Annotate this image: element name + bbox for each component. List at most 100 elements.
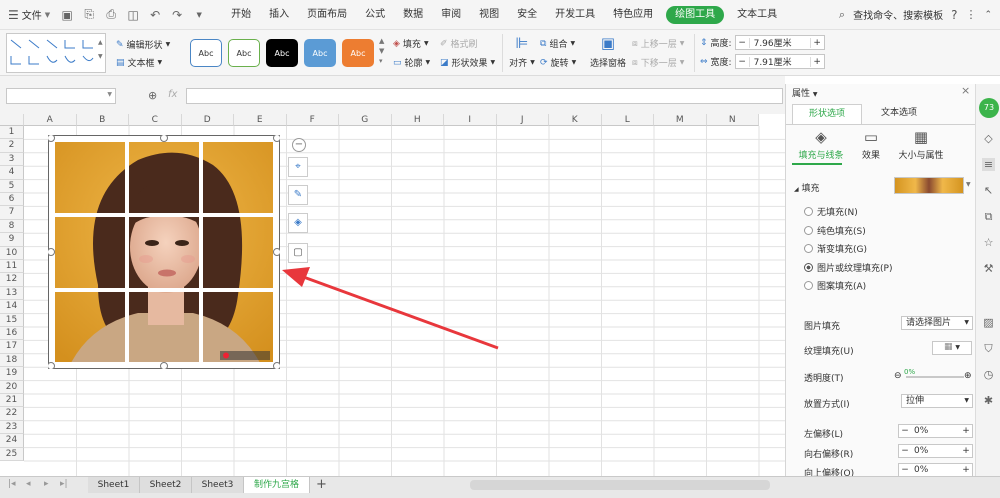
menu-review[interactable]: 审阅 <box>432 0 470 30</box>
style-swatch-black[interactable]: Abc <box>266 39 298 67</box>
next-sheet-icon[interactable]: ▸ <box>44 479 49 489</box>
transparency-slider[interactable] <box>906 376 964 378</box>
picture-fill-select[interactable]: 请选择图片 ▼ <box>901 316 973 330</box>
undo-icon[interactable]: ↶ <box>144 4 166 26</box>
rotate-button[interactable]: ⟳ 旋转 ▼ <box>540 56 576 70</box>
shape-effect-button[interactable]: ◪ 形状效果 ▼ <box>440 56 495 70</box>
selection-pane-button[interactable]: ▣ 选择窗格 <box>588 34 628 69</box>
menu-security[interactable]: 安全 <box>508 0 546 30</box>
nine-grid-picture[interactable] <box>47 134 281 370</box>
fill-bucket-icon[interactable]: ◈ <box>288 213 308 233</box>
decrease-icon[interactable]: − <box>736 37 750 48</box>
fill-option[interactable]: 图片或纹理填充(P) <box>804 261 892 274</box>
menu-view[interactable]: 视图 <box>470 0 508 30</box>
last-sheet-icon[interactable]: ▸| <box>60 479 68 489</box>
style-swatch-outline-green[interactable]: Abc <box>228 39 260 67</box>
menu-home[interactable]: 开始 <box>222 0 260 30</box>
properties-icon[interactable]: ≡ <box>982 158 995 171</box>
outline-button[interactable]: ▭ 轮廓 ▼ <box>393 56 430 70</box>
menu-developer[interactable]: 开发工具 <box>546 0 604 30</box>
subtab-fill-line[interactable]: ◈ 填充与线条 <box>796 128 846 161</box>
menu-formula[interactable]: 公式 <box>356 0 394 30</box>
chevron-down-icon[interactable]: ▼ <box>966 181 971 188</box>
fill-section-header[interactable]: ◢ 填充 <box>794 181 820 194</box>
send-backward-button[interactable]: ⧈ 下移一层 ▼ <box>632 56 684 70</box>
width-spinner[interactable]: − 7.91厘米 + <box>734 54 825 69</box>
zoom-icon[interactable]: ⊕ <box>148 89 157 102</box>
tab-sheet1[interactable]: Sheet1 <box>88 477 140 493</box>
left-offset-value[interactable]: 0% <box>911 426 960 436</box>
right-offset-spinner[interactable]: −0% + <box>898 444 973 458</box>
increase-icon[interactable]: + <box>960 446 972 456</box>
radio-button[interactable] <box>804 207 813 216</box>
texture-fill-select[interactable]: ▦ ▼ <box>932 341 972 355</box>
wrench-icon[interactable]: ✱ <box>982 394 995 407</box>
name-box[interactable]: ▼ <box>6 88 116 104</box>
copy-icon[interactable]: ⧉ <box>982 210 995 223</box>
group-button[interactable]: ⧉ 组合 ▼ <box>540 37 575 51</box>
search-command[interactable]: 查找命令、搜索模板 <box>853 7 943 22</box>
format-brush-button[interactable]: ✐ 格式刷 <box>440 37 478 51</box>
tab-nine-grid[interactable]: 制作九宫格 <box>244 477 310 493</box>
radio-button[interactable] <box>804 281 813 290</box>
height-value[interactable]: 7.96厘米 <box>750 36 810 49</box>
menu-data[interactable]: 数据 <box>394 0 432 30</box>
image-icon[interactable]: ▨ <box>982 316 995 329</box>
horizontal-scrollbar[interactable] <box>470 480 770 490</box>
increase-icon[interactable]: + <box>809 56 824 67</box>
up-offset-value[interactable]: 0% <box>911 465 960 475</box>
sidebar-badge[interactable]: 73 <box>979 98 999 118</box>
crop-icon[interactable]: ⌖ <box>288 157 308 177</box>
style-swatch-blue[interactable]: Abc <box>304 39 336 67</box>
fill-option[interactable]: 图案填充(A) <box>804 279 866 292</box>
tools-icon[interactable]: ⚒ <box>982 262 995 275</box>
align-button[interactable]: ⊫ 对齐 ▼ <box>509 34 535 69</box>
tab-sheet2[interactable]: Sheet2 <box>140 477 192 493</box>
decrease-icon[interactable]: − <box>899 426 911 436</box>
menu-insert[interactable]: 插入 <box>260 0 298 30</box>
right-offset-value[interactable]: 0% <box>911 446 960 456</box>
help-icon[interactable]: ? <box>951 8 957 22</box>
print-icon[interactable]: ⎙ <box>100 4 122 26</box>
menu-special[interactable]: 特色应用 <box>604 0 662 30</box>
export-icon[interactable]: ⎘ <box>78 4 100 26</box>
decrease-icon[interactable]: − <box>899 446 911 456</box>
transparency-plus-icon[interactable]: ⊕ <box>964 371 972 381</box>
fx-icon[interactable]: fx <box>168 89 177 100</box>
menu-drawing-tools[interactable]: 绘图工具 <box>666 5 725 24</box>
fill-button[interactable]: ◈ 填充 ▼ <box>393 37 429 51</box>
shapes-icon[interactable]: ◇ <box>982 132 995 145</box>
cursor-icon[interactable]: ↖ <box>982 184 995 197</box>
close-icon[interactable]: × <box>961 84 970 97</box>
more-icon[interactable]: ▼ <box>188 4 210 26</box>
tab-shape-options[interactable]: 形状选项 <box>792 104 862 124</box>
history-icon[interactable]: ◷ <box>982 368 995 381</box>
fill-option[interactable]: 无填充(N) <box>804 205 858 218</box>
first-sheet-icon[interactable]: |◂ <box>8 479 16 489</box>
style-swatch-outline-blue[interactable]: Abc <box>190 39 222 67</box>
edit-shape-button[interactable]: ✎ 编辑形状 ▼ <box>116 38 170 52</box>
collapse-toolbar-icon[interactable]: − <box>292 138 306 152</box>
formula-input[interactable] <box>186 88 783 104</box>
fill-option[interactable]: 纯色填充(S) <box>804 224 866 237</box>
text-box-button[interactable]: ▤ 文本框 ▼ <box>116 56 162 70</box>
line-shapes-gallery[interactable]: ▲ ▼ <box>6 33 106 73</box>
fill-option[interactable]: 渐变填充(G) <box>804 242 867 255</box>
bring-forward-button[interactable]: ⧈ 上移一层 ▼ <box>632 37 684 51</box>
decrease-icon[interactable]: − <box>736 56 750 67</box>
save-icon[interactable]: ▣ <box>56 4 78 26</box>
increase-icon[interactable]: + <box>809 37 824 48</box>
height-spinner[interactable]: − 7.96厘米 + <box>734 35 825 50</box>
menu-page-layout[interactable]: 页面布局 <box>298 0 356 30</box>
radio-button[interactable] <box>804 262 813 272</box>
tab-text-options[interactable]: 文本选项 <box>864 104 934 124</box>
placement-select[interactable]: 拉伸 ▼ <box>901 394 973 408</box>
prev-sheet-icon[interactable]: ◂ <box>26 479 31 489</box>
increase-icon[interactable]: + <box>960 426 972 436</box>
subtab-size-properties[interactable]: ▦ 大小与属性 <box>896 128 946 161</box>
more-menu-icon[interactable]: ⋮ <box>965 8 976 21</box>
up-offset-spinner[interactable]: −0% + <box>898 463 973 476</box>
decrease-icon[interactable]: − <box>899 465 911 475</box>
redo-icon[interactable]: ↷ <box>166 4 188 26</box>
left-offset-spinner[interactable]: −0% + <box>898 424 973 438</box>
